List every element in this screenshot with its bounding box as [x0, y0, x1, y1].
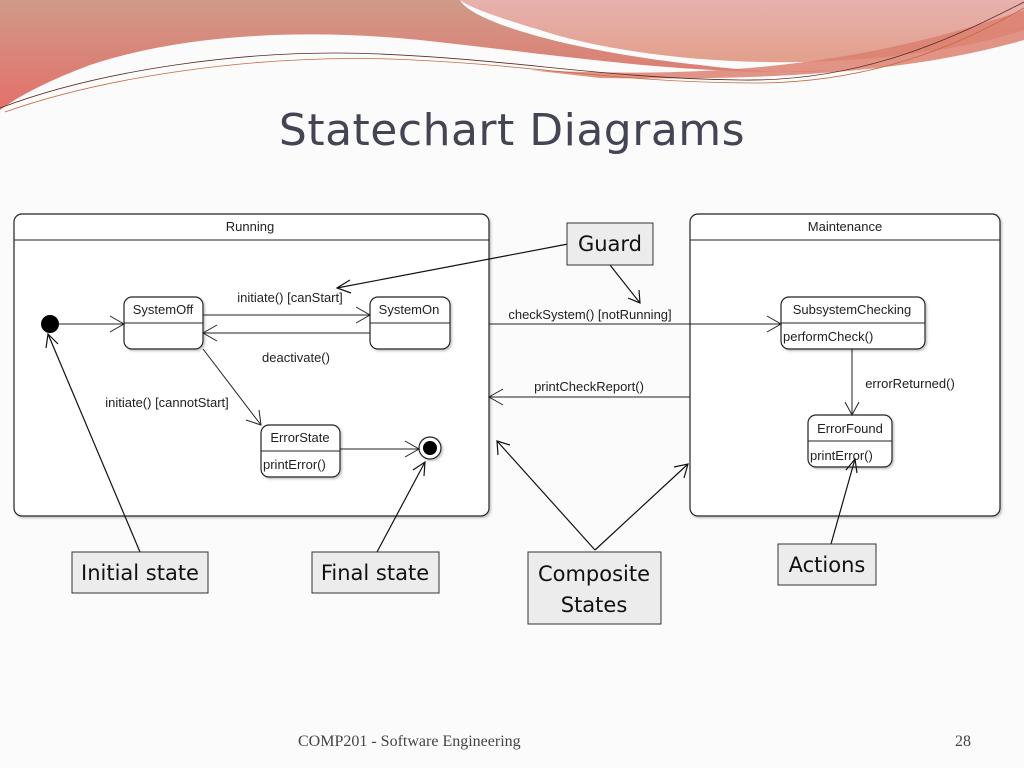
statechart-diagram: Running Maintenance SystemOff SystemOn E… — [13, 213, 1001, 625]
state-action: performCheck() — [783, 329, 873, 344]
composite-pointer-right — [594, 463, 689, 551]
state-subsystem-checking[interactable]: SubsystemChecking performCheck() — [780, 296, 926, 350]
maintenance-title: Maintenance — [808, 219, 882, 234]
initial-state-node[interactable] — [41, 315, 59, 333]
state-name: SystemOn — [379, 302, 440, 317]
label-initiate-can-start: initiate() [canStart] — [237, 290, 343, 305]
state-action: printError() — [810, 448, 873, 463]
state-name: ErrorFound — [817, 421, 883, 436]
callout-guard-text: Guard — [578, 232, 642, 256]
callout-composite-line2: States — [561, 593, 628, 617]
label-error-returned: errorReturned() — [865, 376, 955, 391]
state-error-state[interactable]: ErrorState printError() — [260, 424, 341, 478]
footer-course: COMP201 - Software Engineering — [298, 733, 521, 750]
callout-final-state: Final state — [311, 551, 440, 594]
callout-initial-state-text: Initial state — [81, 561, 199, 585]
label-deactivate: deactivate() — [262, 350, 330, 365]
label-initiate-cannot-start: initiate() [cannotStart] — [105, 395, 229, 410]
callout-final-state-text: Final state — [321, 561, 429, 585]
callout-actions: Actions — [777, 543, 877, 586]
state-error-found[interactable]: ErrorFound printError() — [807, 414, 893, 468]
label-check-system: checkSystem() [notRunning] — [508, 307, 671, 322]
composite-pointer-left — [496, 440, 596, 551]
state-name: SystemOff — [133, 302, 194, 317]
label-print-check-report: printCheckReport() — [534, 379, 644, 394]
final-state-node[interactable] — [418, 436, 442, 460]
composite-state-maintenance[interactable]: Maintenance — [689, 213, 1001, 517]
composite-state-running[interactable]: Running — [13, 213, 490, 517]
running-title: Running — [226, 219, 274, 234]
state-system-on[interactable]: SystemOn — [369, 296, 451, 350]
callout-initial-state: Initial state — [71, 551, 209, 594]
guard-pointer-2 — [609, 264, 641, 304]
callout-composite-states: Composite States — [527, 551, 662, 625]
page-number: 28 — [955, 733, 971, 750]
state-name: ErrorState — [270, 430, 329, 445]
state-system-off[interactable]: SystemOff — [123, 296, 204, 350]
state-name: SubsystemChecking — [793, 302, 912, 317]
callout-guard: Guard — [566, 222, 654, 266]
state-action: printError() — [263, 457, 326, 472]
callout-composite-line1: Composite — [538, 562, 650, 586]
callout-actions-text: Actions — [789, 553, 866, 577]
